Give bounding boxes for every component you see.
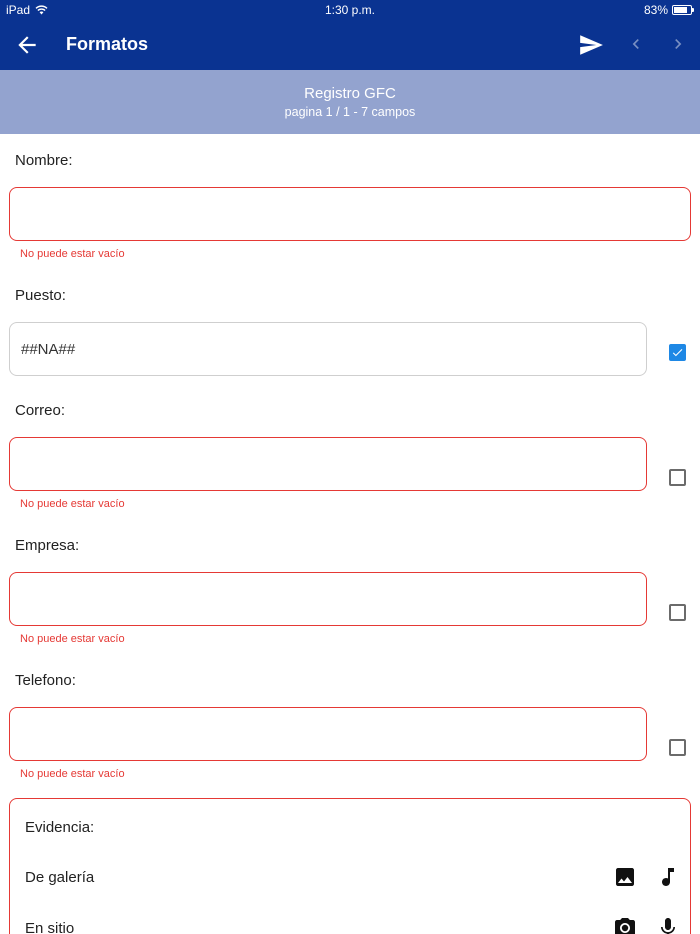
nombre-input[interactable] [9,187,691,241]
field-label-nombre: Nombre: [15,152,73,169]
telefono-error: No puede estar vacío [20,768,125,780]
field-label-correo: Correo: [15,402,66,419]
app-bar: Formatos [0,20,700,70]
status-bar: iPad 1:30 p.m. 83% [0,0,700,20]
microphone-icon[interactable] [656,916,680,934]
send-icon[interactable] [578,32,604,58]
telefono-input[interactable] [9,707,647,761]
form-header: Registro GFC pagina 1 / 1 - 7 campos [0,70,700,134]
clock: 1:30 p.m. [324,3,376,17]
battery-percent: 83% [643,3,668,17]
gallery-label: De galería [25,869,95,886]
correo-error: No puede estar vacío [20,498,125,510]
music-note-icon[interactable] [656,865,680,889]
correo-input[interactable] [9,437,647,491]
evidence-section: Evidencia: De galería En sitio [9,798,691,934]
field-label-empresa: Empresa: [15,537,80,554]
battery-icon [672,5,694,15]
form-title: Registro GFC [304,85,396,102]
empresa-input[interactable] [9,572,647,626]
arrow-back-icon[interactable] [14,32,40,58]
empresa-error: No puede estar vacío [20,633,125,645]
field-label-telefono: Telefono: [15,672,76,689]
image-icon[interactable] [613,865,637,889]
evidence-title: Evidencia: [25,819,95,836]
app-title: Formatos [66,34,149,54]
check-icon [672,349,683,357]
puesto-checkbox[interactable] [669,344,686,361]
field-label-puesto: Puesto: [15,287,66,304]
puesto-input[interactable]: ##NA## [9,322,647,376]
chevron-left-icon[interactable] [626,34,646,54]
chevron-right-icon[interactable] [668,34,688,54]
camera-icon[interactable] [613,916,637,934]
telefono-checkbox[interactable] [669,739,686,756]
onsite-label: En sitio [25,920,75,934]
nombre-error: No puede estar vacío [20,248,125,260]
form-subtitle: pagina 1 / 1 - 7 campos [284,105,416,119]
correo-checkbox[interactable] [669,469,686,486]
empresa-checkbox[interactable] [669,604,686,621]
